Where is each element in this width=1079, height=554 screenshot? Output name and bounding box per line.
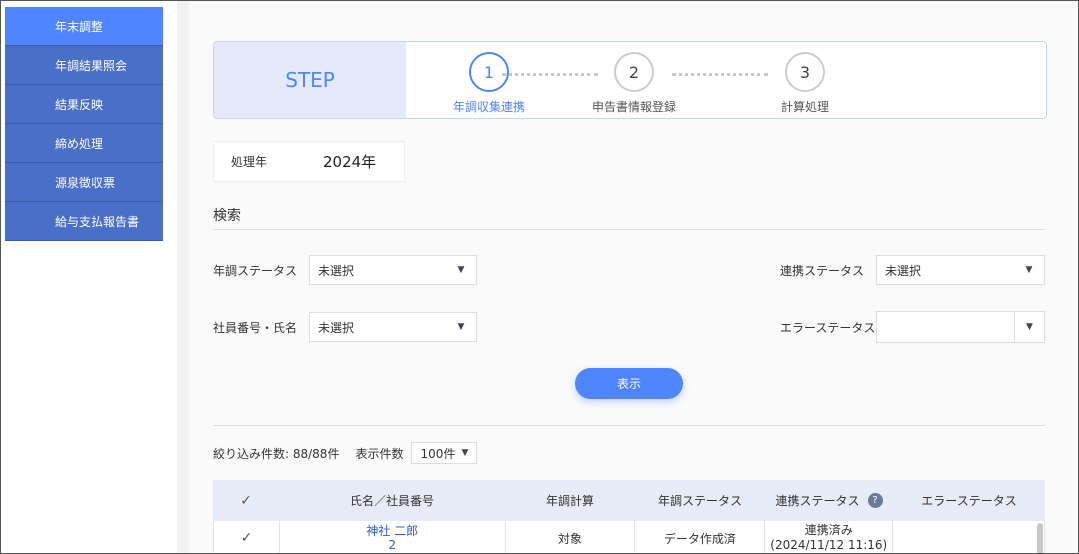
- header-error-status: エラーステータス: [921, 494, 1017, 508]
- row-calc: 対象: [506, 521, 636, 553]
- employee-label: 社員番号・氏名: [213, 321, 298, 335]
- header-renkei-status: 連携ステータス ?: [765, 480, 893, 521]
- row-nencho-status: データ作成済: [635, 521, 766, 553]
- nencho-status-select[interactable]: 未選択 ▼: [309, 255, 477, 285]
- nencho-status-value: 未選択: [318, 263, 355, 278]
- per-page-label: 表示件数: [355, 446, 404, 461]
- nencho-status-label: 年調ステータス: [213, 264, 298, 278]
- sidebar-item-label: 結果反映: [55, 97, 104, 112]
- help-icon[interactable]: ?: [867, 493, 883, 508]
- chevron-down-icon: ▼: [461, 448, 469, 458]
- sidebar-item-label: 締め処理: [55, 136, 104, 151]
- employee-number: 2: [388, 538, 397, 552]
- step-2-caption: 申告書情報登録: [591, 100, 676, 114]
- chevron-down-icon: ▼: [457, 265, 465, 275]
- renkei-status-value: 未選択: [885, 263, 922, 278]
- sidebar-item-year-end-adjustment[interactable]: 年末調整: [5, 7, 163, 46]
- employee-name: 神社 二郎: [366, 524, 419, 538]
- employee-select[interactable]: 未選択 ▼: [309, 312, 477, 342]
- processing-year: 処理年 2024年: [213, 141, 405, 182]
- filter-count: 絞り込み件数: 88/88件: [213, 446, 340, 461]
- step-3[interactable]: 3 計算処理: [745, 52, 865, 115]
- header-name: 氏名／社員番号: [349, 494, 434, 508]
- sidebar-item-label: 年末調整: [55, 19, 104, 34]
- sidebar-item-label: 給与支払報告書: [55, 214, 140, 229]
- header-nencho-status: 年調ステータス: [657, 494, 742, 508]
- app-window: 年末調整 年調結果照会 結果反映 締め処理 源泉徴収票 給与支払報告書 STEP…: [0, 0, 1079, 554]
- sidebar-gutter: [177, 1, 189, 553]
- sidebar-item-result-inquiry[interactable]: 年調結果照会: [5, 46, 163, 85]
- divider: [213, 229, 1045, 230]
- step-1-circle: 1: [469, 52, 509, 92]
- processing-year-label: 処理年: [231, 155, 268, 169]
- header-renkei-status-label: 連携ステータス: [775, 494, 860, 508]
- search-section-title: 検索: [213, 208, 241, 224]
- main-content: STEP 1 年調収集連携 2 申告書情報登録 3 計算処理 処理年 2024年…: [189, 1, 1078, 553]
- employee-name-link[interactable]: 神社 二郎 2: [280, 521, 506, 553]
- row-renkei-status: 連携済み (2024/11/12 11:16): [765, 521, 894, 553]
- chevron-down-icon: ▼: [1025, 265, 1033, 275]
- employee-value: 未選択: [318, 320, 355, 335]
- error-status-label: エラーステータス: [780, 321, 876, 335]
- sidebar-item-result-reflection[interactable]: 結果反映: [5, 85, 163, 124]
- sidebar-item-label: 源泉徴収票: [55, 175, 116, 190]
- sidebar-item-withholding-slip[interactable]: 源泉徴収票: [5, 163, 163, 202]
- step-1[interactable]: 1 年調収集連携: [429, 52, 549, 115]
- chevron-down-icon: ▼: [457, 322, 465, 332]
- per-page-select[interactable]: 100件 ▼: [411, 442, 478, 464]
- renkei-status-select[interactable]: 未選択 ▼: [876, 255, 1045, 285]
- check-icon: ✓: [240, 530, 253, 546]
- sidebar-item-label: 年調結果照会: [55, 58, 128, 73]
- divider: [213, 425, 1045, 426]
- header-calc: 年調計算: [545, 494, 594, 508]
- renkei-status-label: 連携ステータス: [780, 264, 865, 278]
- sidebar-item-closing[interactable]: 締め処理: [5, 124, 163, 163]
- step-indicator: STEP 1 年調収集連携 2 申告書情報登録 3 計算処理: [213, 41, 1047, 119]
- check-icon: ✓: [240, 492, 252, 509]
- row-checkbox[interactable]: ✓: [214, 521, 280, 553]
- step-label: STEP: [214, 42, 406, 118]
- filter-row: 絞り込み件数: 88/88件 表示件数 100件 ▼: [213, 442, 478, 464]
- table-scrollbar[interactable]: [1037, 523, 1043, 553]
- sidebar-item-salary-report[interactable]: 給与支払報告書: [5, 202, 163, 241]
- per-page-value: 100件: [420, 446, 456, 461]
- step-3-caption: 計算処理: [780, 100, 829, 114]
- show-button[interactable]: 表示: [575, 368, 683, 399]
- sidebar: 年末調整 年調結果照会 結果反映 締め処理 源泉徴収票 給与支払報告書: [5, 7, 163, 241]
- table-row: ✓ 神社 二郎 2 対象 データ作成済 連携済み (2024/11/12 11:…: [213, 521, 1045, 553]
- table-header: ✓ 氏名／社員番号 年調計算 年調ステータス 連携ステータス ? エラーステータ…: [213, 480, 1045, 521]
- step-3-circle: 3: [785, 52, 825, 92]
- select-all-checkbox[interactable]: ✓: [213, 480, 279, 521]
- step-2[interactable]: 2 申告書情報登録: [574, 52, 694, 115]
- chevron-down-icon: ▼: [1014, 312, 1044, 342]
- step-2-circle: 2: [614, 52, 654, 92]
- error-status-select[interactable]: ▼: [876, 311, 1045, 343]
- employee-table: ✓ 氏名／社員番号 年調計算 年調ステータス 連携ステータス ? エラーステータ…: [213, 480, 1045, 553]
- processing-year-value: 2024年: [323, 153, 377, 171]
- step-1-caption: 年調収集連携: [452, 100, 525, 114]
- row-error-status: [893, 521, 1045, 553]
